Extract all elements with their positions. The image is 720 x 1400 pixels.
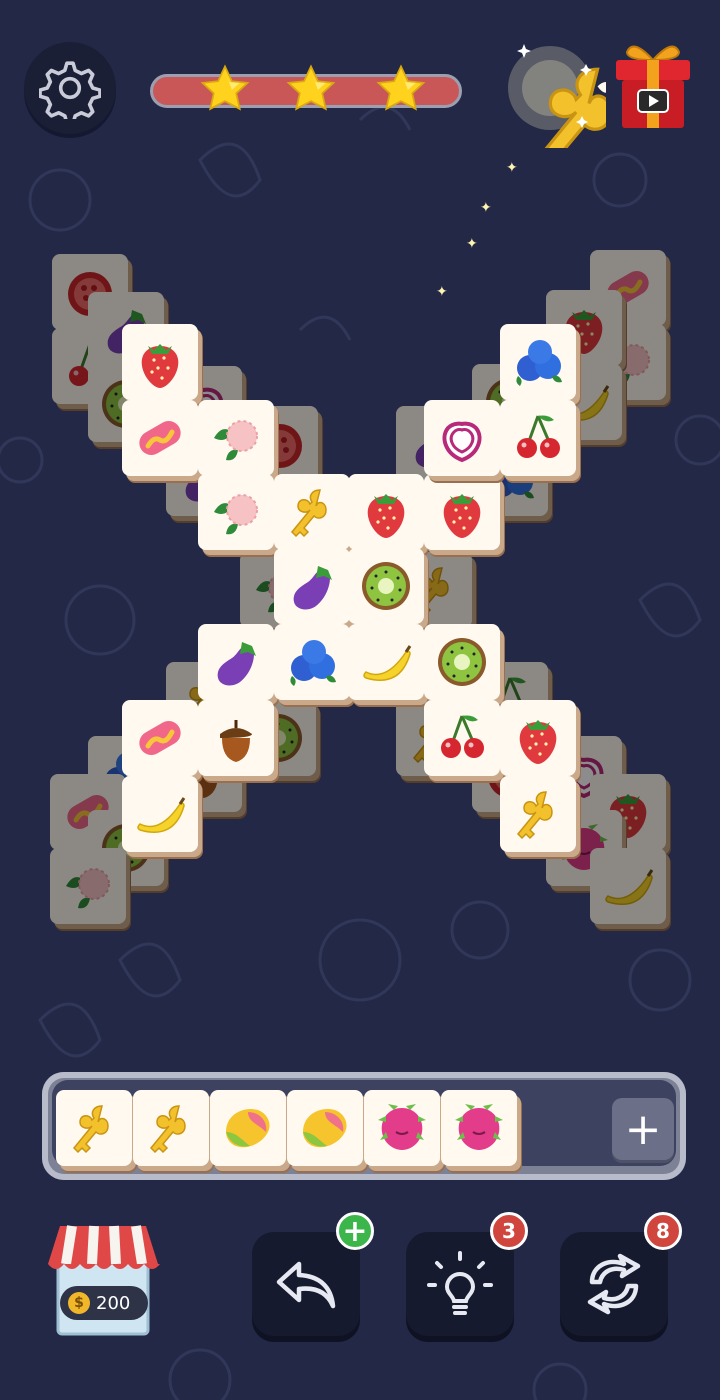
tray-tile-key (133, 1090, 209, 1166)
tile-banana (590, 848, 666, 924)
blueberry-icon (282, 632, 342, 692)
lychee-icon (206, 482, 266, 542)
lychee-icon (58, 856, 118, 916)
eggplant-icon (206, 632, 266, 692)
coin-icon: $ (68, 1292, 90, 1314)
key-icon (141, 1098, 201, 1158)
dragonfruit-icon (372, 1098, 432, 1158)
tray-slots: + (52, 1080, 676, 1166)
lychee-icon (206, 408, 266, 468)
tile-kiwi[interactable] (424, 624, 500, 700)
tile-cherry[interactable] (424, 700, 500, 776)
key-icon (508, 784, 568, 844)
undo-add-badge: + (336, 1212, 374, 1250)
blueberry-icon (508, 332, 568, 392)
tile-strawberry[interactable] (348, 474, 424, 550)
tile-blueberry[interactable] (500, 324, 576, 400)
dragonfruit-icon (449, 1098, 509, 1158)
kiwi-icon (432, 632, 492, 692)
tile-key[interactable] (500, 776, 576, 852)
tile-key[interactable] (274, 474, 350, 550)
tray-tile-dragonfruit (441, 1090, 517, 1166)
tile-banana[interactable] (348, 624, 424, 700)
mango-icon (218, 1098, 278, 1158)
kiwi-icon (356, 556, 416, 616)
tile-strawberry[interactable] (500, 700, 576, 776)
coin-balance: $ 200 (60, 1286, 148, 1320)
banana-icon (598, 856, 658, 916)
undo-button[interactable]: + (252, 1212, 374, 1336)
tile-lychee[interactable] (198, 400, 274, 476)
tile-kiwi[interactable] (348, 548, 424, 624)
acorn-icon (206, 708, 266, 768)
shuffle-icon (587, 1253, 641, 1315)
tile-board (0, 0, 720, 1000)
tile-cherry[interactable] (500, 400, 576, 476)
tile-eggplant[interactable] (274, 548, 350, 624)
hotdog-icon (130, 408, 190, 468)
undo-arrow-icon (276, 1261, 336, 1309)
hint-count-badge: 3 (490, 1212, 528, 1250)
coin-count: 200 (96, 1292, 131, 1314)
collection-tray: + (42, 1072, 686, 1180)
eggplant-icon (282, 556, 342, 616)
banana-icon (130, 784, 190, 844)
mango-icon (295, 1098, 355, 1158)
tray-tile-key (56, 1090, 132, 1166)
tile-strawberry[interactable] (424, 474, 500, 550)
lightbulb-icon (427, 1251, 493, 1315)
tile-lychee (50, 848, 126, 924)
banana-icon (356, 632, 416, 692)
strawberry-icon (508, 708, 568, 768)
strawberry-icon (356, 482, 416, 542)
tile-strawberry[interactable] (122, 324, 198, 400)
tile-hotdog[interactable] (122, 700, 198, 776)
hotdog-icon (130, 708, 190, 768)
tile-lychee[interactable] (198, 474, 274, 550)
strawberry-icon (130, 332, 190, 392)
tile-acorn[interactable] (198, 700, 274, 776)
shuffle-button[interactable]: 8 (560, 1212, 682, 1336)
tile-onion[interactable] (424, 400, 500, 476)
shop-button[interactable] (42, 1222, 164, 1338)
key-icon (64, 1098, 124, 1158)
tile-eggplant[interactable] (198, 624, 274, 700)
tile-banana[interactable] (122, 776, 198, 852)
add-slot-button[interactable]: + (612, 1098, 674, 1160)
tile-hotdog[interactable] (122, 400, 198, 476)
hint-button[interactable]: 3 (406, 1212, 528, 1336)
strawberry-icon (432, 482, 492, 542)
tray-tile-mango (287, 1090, 363, 1166)
cherry-icon (508, 408, 568, 468)
shuffle-count-badge: 8 (644, 1212, 682, 1250)
onion-icon (432, 408, 492, 468)
cherry-icon (432, 708, 492, 768)
tray-tile-dragonfruit (364, 1090, 440, 1166)
tile-blueberry[interactable] (274, 624, 350, 700)
tray-tile-mango (210, 1090, 286, 1166)
key-icon (282, 482, 342, 542)
